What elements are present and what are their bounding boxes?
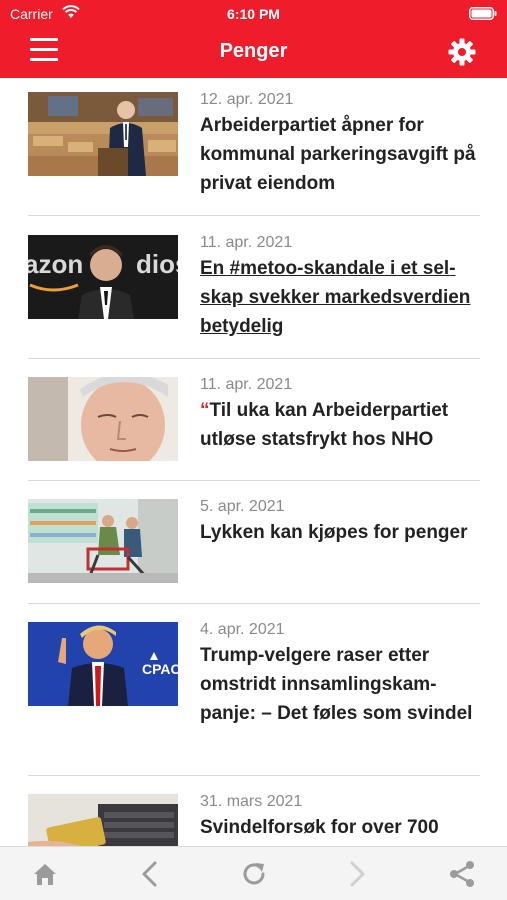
article-thumbnail: CPAC [28,622,178,706]
article-list[interactable]: 12. apr. 2021 Arbeiderpartiet åpner for … [0,78,507,846]
article-item[interactable]: 5. apr. 2021 Lykken kan kjøpes for pen­g… [28,481,480,604]
article-thumbnail [28,499,178,583]
article-title[interactable]: Trump-velgere raser etter omstridt innsa… [200,641,480,728]
menu-icon[interactable] [30,38,58,64]
article-title[interactable]: En #metoo-skandale i et sel­skap svekker… [200,254,480,341]
battery-icon [469,7,497,20]
svg-text:azon: azon [28,249,83,279]
article-date: 4. apr. 2021 [200,621,285,638]
share-icon[interactable] [447,859,477,889]
refresh-icon[interactable] [239,859,269,889]
article-thumbnail [28,794,178,846]
article-title[interactable]: Arbeiderpartiet åpner for kommunal parke… [200,111,480,198]
article-date: 11. apr. 2021 [200,376,293,393]
article-date: 12. apr. 2021 [200,91,294,108]
article-thumbnail: azon dios [28,235,178,319]
article-item[interactable]: azon dios 11. apr. 2021 En #metoo-skanda… [28,216,480,359]
article-item[interactable]: CPAC 4. apr. 2021 Trump-velgere raser et… [28,604,480,776]
article-title[interactable]: “Til uka kan Arbeiderpartiet utløse stat… [200,396,480,454]
article-title[interactable]: Svindelforsøk for over 700 [200,813,480,842]
article-item[interactable]: 11. apr. 2021 “Til uka kan Arbeiderparti… [28,359,480,481]
forward-icon[interactable] [342,859,372,889]
article-date: 31. mars 2021 [200,793,303,810]
page-title: Penger [219,40,288,62]
article-item[interactable]: 31. mars 2021 Svindelforsøk for over 700 [28,776,480,846]
article-title[interactable]: Lykken kan kjøpes for pen­ger [200,518,480,547]
status-bar: Carrier 6:10 PM [0,0,507,28]
svg-text:CPAC: CPAC [142,661,178,677]
article-date: 11. apr. 2021 [200,234,293,251]
article-title-text: Til uka kan Arbeiderpartiet utløse stats… [200,400,449,450]
article-item[interactable]: 12. apr. 2021 Arbeiderpartiet åpner for … [28,78,480,216]
home-icon[interactable] [30,859,60,889]
article-thumbnail [28,377,178,461]
gear-icon[interactable] [447,37,477,67]
svg-text:dios: dios [136,249,178,279]
bottom-toolbar [0,846,507,900]
article-date: 5. apr. 2021 [200,498,285,515]
article-thumbnail [28,92,178,176]
status-time: 6:10 PM [227,6,280,22]
nav-bar: Penger [0,28,507,78]
quote-mark: “ [200,400,210,421]
top-bar: Carrier 6:10 PM Penger [0,0,507,78]
back-icon[interactable] [135,859,165,889]
